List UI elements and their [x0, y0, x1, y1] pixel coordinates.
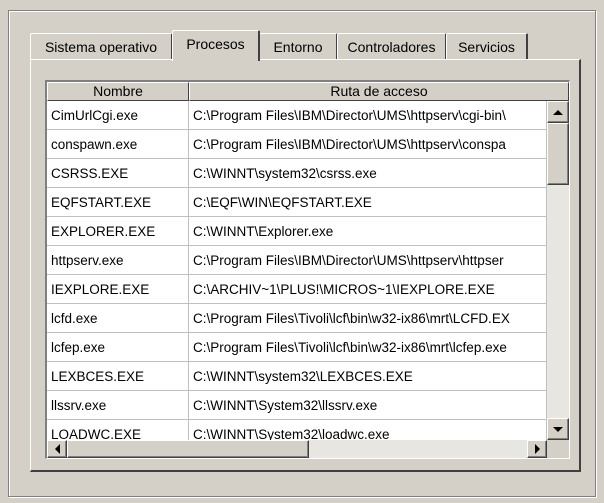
table-row[interactable]: EXPLORER.EXE C:\WINNT\Explorer.exe	[47, 217, 547, 246]
process-path: C:\Program Files\IBM\Director\UMS\httpse…	[189, 101, 547, 130]
arrow-up-icon	[553, 109, 563, 115]
process-path: C:\WINNT\Explorer.exe	[189, 217, 547, 246]
table-row[interactable]: CimUrlCgi.exe C:\Program Files\IBM\Direc…	[47, 101, 547, 130]
process-name: LEXBCES.EXE	[47, 362, 189, 391]
table-row[interactable]: LOADWC.EXE C:\WINNT\System32\loadwc.exe	[47, 420, 547, 440]
process-path: C:\Program Files\Tivoli\lcf\bin\w32-ix86…	[189, 333, 547, 362]
table-row[interactable]: LEXBCES.EXE C:\WINNT\system32\LEXBCES.EX…	[47, 362, 547, 391]
horizontal-scroll-thumb[interactable]	[67, 440, 309, 458]
process-name: lcfep.exe	[47, 333, 189, 362]
table-row[interactable]: lcfep.exe C:\Program Files\Tivoli\lcf\bi…	[47, 333, 547, 362]
process-name: conspawn.exe	[47, 130, 189, 159]
process-name: EXPLORER.EXE	[47, 217, 189, 246]
tab-entorno[interactable]: Entorno	[259, 33, 338, 59]
process-name: lcfd.exe	[47, 304, 189, 333]
process-name: llssrv.exe	[47, 391, 189, 420]
process-path: C:\ARCHIV~1\PLUS!\MICROS~1\IEXPLORE.EXE	[189, 275, 547, 304]
process-name: CSRSS.EXE	[47, 159, 189, 188]
tab-controladores[interactable]: Controladores	[337, 33, 447, 59]
process-path: C:\Program Files\IBM\Director\UMS\httpse…	[189, 130, 547, 159]
process-path: C:\WINNT\system32\csrss.exe	[189, 159, 547, 188]
arrow-down-icon	[553, 426, 563, 432]
column-header-ruta[interactable]: Ruta de acceso	[189, 82, 569, 101]
process-name: httpserv.exe	[47, 246, 189, 275]
table-row[interactable]: lcfd.exe C:\Program Files\Tivoli\lcf\bin…	[47, 304, 547, 333]
process-list[interactable]: Nombre Ruta de acceso CimUrlCgi.exe C:\P…	[45, 80, 570, 459]
table-row[interactable]: IEXPLORE.EXE C:\ARCHIV~1\PLUS!\MICROS~1\…	[47, 275, 547, 304]
column-header-nombre[interactable]: Nombre	[47, 82, 189, 101]
scroll-up-button[interactable]	[547, 101, 569, 123]
tab-servicios[interactable]: Servicios	[446, 33, 528, 59]
horizontal-scrollbar[interactable]	[47, 440, 547, 458]
scroll-left-button[interactable]	[47, 440, 67, 458]
table-row[interactable]: conspawn.exe C:\Program Files\IBM\Direct…	[47, 130, 547, 159]
process-path: C:\WINNT\System32\llssrv.exe	[189, 391, 547, 420]
vertical-scroll-thumb[interactable]	[547, 123, 569, 185]
arrow-right-icon	[534, 444, 540, 454]
scrollbar-corner	[547, 440, 569, 458]
procesos-panel: Nombre Ruta de acceso CimUrlCgi.exe C:\P…	[30, 59, 581, 472]
process-name: LOADWC.EXE	[47, 420, 189, 440]
process-path: C:\WINNT\System32\loadwc.exe	[189, 420, 547, 440]
table-row[interactable]: llssrv.exe C:\WINNT\System32\llssrv.exe	[47, 391, 547, 420]
process-name: IEXPLORE.EXE	[47, 275, 189, 304]
process-path: C:\Program Files\IBM\Director\UMS\httpse…	[189, 246, 547, 275]
scroll-down-button[interactable]	[547, 418, 569, 440]
process-path: C:\Program Files\Tivoli\lcf\bin\w32-ix86…	[189, 304, 547, 333]
process-name: EQFSTART.EXE	[47, 188, 189, 217]
table-row[interactable]: httpserv.exe C:\Program Files\IBM\Direct…	[47, 246, 547, 275]
process-path: C:\EQF\WIN\EQFSTART.EXE	[189, 188, 547, 217]
vertical-scrollbar[interactable]	[547, 101, 569, 440]
tab-procesos[interactable]: Procesos	[172, 30, 260, 61]
arrow-left-icon	[54, 444, 60, 454]
process-rows: CimUrlCgi.exe C:\Program Files\IBM\Direc…	[47, 101, 547, 440]
tab-strip: Sistema operativo Procesos Entorno Contr…	[30, 30, 580, 61]
table-row[interactable]: EQFSTART.EXE C:\EQF\WIN\EQFSTART.EXE	[47, 188, 547, 217]
table-row[interactable]: CSRSS.EXE C:\WINNT\system32\csrss.exe	[47, 159, 547, 188]
scroll-right-button[interactable]	[527, 440, 547, 458]
process-name: CimUrlCgi.exe	[47, 101, 189, 130]
tab-sistema-operativo[interactable]: Sistema operativo	[30, 33, 173, 59]
process-path: C:\WINNT\system32\LEXBCES.EXE	[189, 362, 547, 391]
